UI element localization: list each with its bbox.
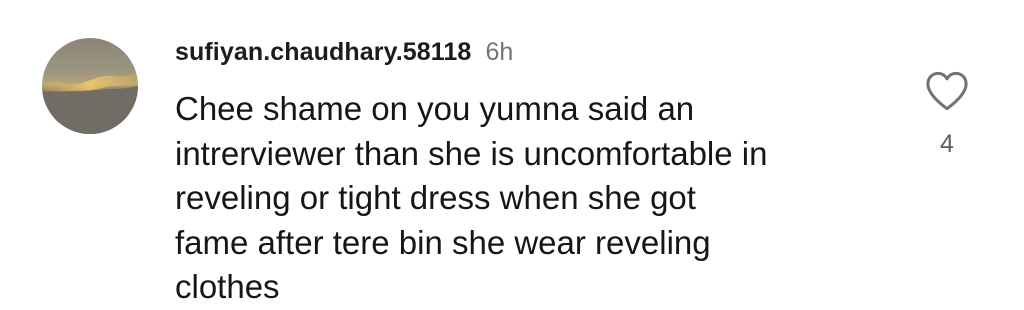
comment-item: sufiyan.chaudhary.58118 6h Chee shame on…: [0, 0, 1024, 306]
heart-outline-icon[interactable]: [924, 70, 970, 112]
avatar[interactable]: [42, 38, 138, 134]
comment-header: sufiyan.chaudhary.58118 6h: [175, 32, 513, 72]
username-link[interactable]: sufiyan.chaudhary.58118: [175, 38, 471, 67]
like-count: 4: [940, 130, 954, 158]
timestamp: 6h: [485, 37, 514, 66]
like-container: 4: [922, 70, 972, 159]
comment-text: Chee shame on you yumna said an intrervi…: [175, 90, 768, 305]
sunset-sky-avatar-image: [42, 38, 138, 134]
